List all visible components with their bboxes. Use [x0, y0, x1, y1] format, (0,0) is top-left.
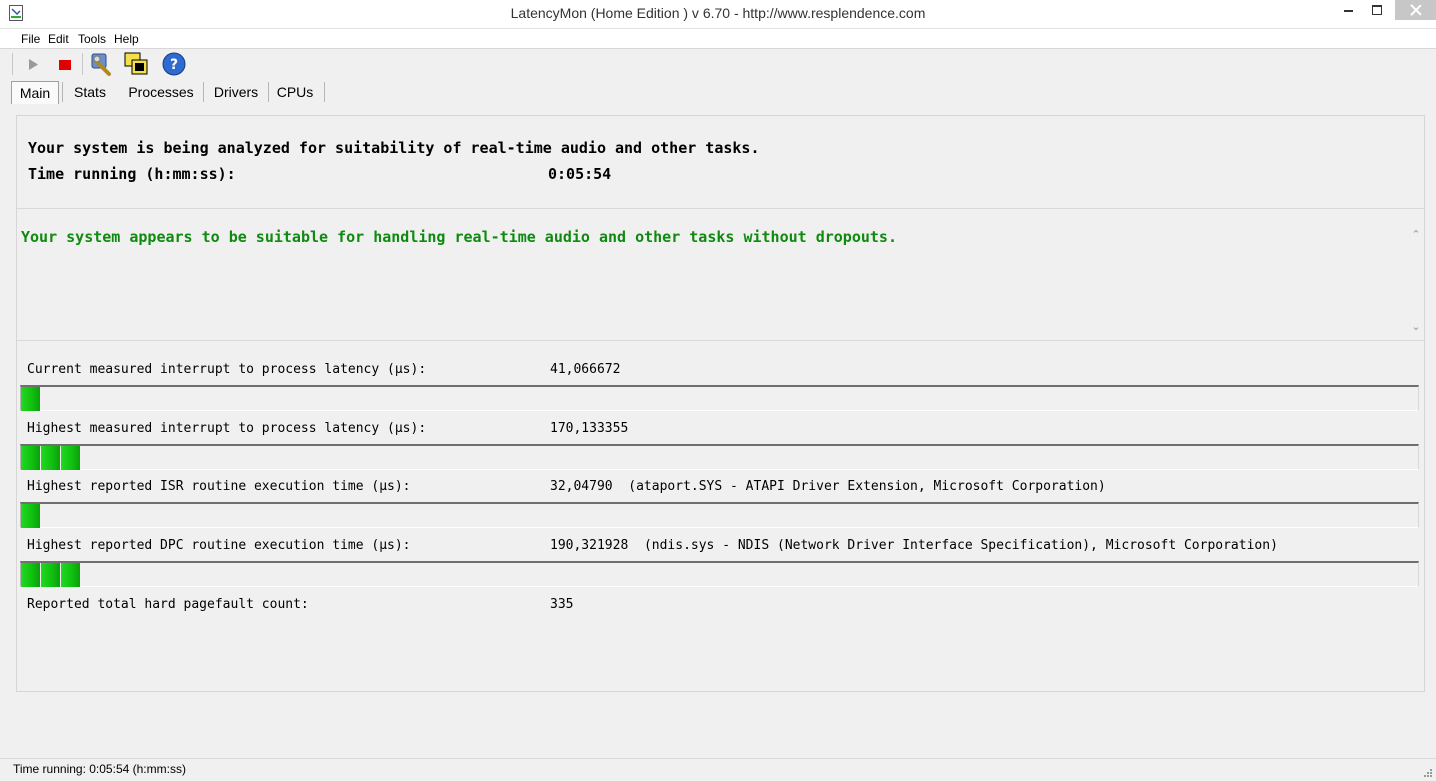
bar-fill	[21, 387, 41, 411]
current-latency-value: 41,066672	[550, 362, 620, 377]
bar-segment	[61, 446, 80, 470]
bar-segment	[61, 563, 80, 587]
toolbar: ?	[0, 50, 1436, 80]
svg-text:?: ?	[170, 57, 178, 73]
time-running-value: 0:05:54	[548, 165, 612, 183]
menu-bar: File Edit Tools Help	[0, 29, 1436, 49]
pagefault-value: 335	[550, 597, 574, 612]
divider	[17, 340, 1424, 341]
maximize-button[interactable]	[1362, 0, 1392, 20]
play-icon[interactable]	[20, 51, 46, 77]
verdict-message: Your system appears to be suitable for h…	[21, 228, 897, 246]
stop-icon[interactable]	[52, 51, 78, 77]
bar-segment	[41, 563, 60, 587]
minimize-button[interactable]	[1333, 0, 1363, 20]
metric-detail: (ataport.SYS - ATAPI Driver Extension, M…	[628, 479, 1106, 494]
tab-separator	[203, 82, 204, 102]
title-bar: LatencyMon (Home Edition ) v 6.70 - http…	[0, 0, 1436, 29]
toolbar-separator	[12, 53, 13, 75]
tab-separator	[324, 82, 325, 102]
menu-help[interactable]: Help	[114, 32, 139, 46]
bar-segment	[41, 446, 60, 470]
scroll-up-arrow-icon[interactable]: ⌃	[1408, 228, 1424, 244]
window-title: LatencyMon (Home Edition ) v 6.70 - http…	[510, 5, 926, 21]
bar-fill	[21, 504, 41, 528]
pagefault-label: Reported total hard pagefault count:	[27, 597, 309, 612]
metric-value: 170,133355	[550, 421, 629, 436]
bar-segment	[21, 504, 40, 528]
metric-detail: (ndis.sys - NDIS (Network Driver Interfa…	[643, 538, 1278, 553]
bar-fill	[21, 563, 81, 587]
isr-time-value: 32,04790 (ataport.SYS - ATAPI Driver Ext…	[550, 479, 1106, 494]
status-bar: Time running: 0:05:54 (h:mm:ss)	[0, 758, 1436, 781]
toolbar-separator	[82, 53, 83, 75]
dpc-time-value: 190,321928 (ndis.sys - NDIS (Network Dri…	[550, 538, 1278, 553]
bar-segment	[21, 563, 40, 587]
dpc-time-bar	[20, 561, 1419, 587]
isr-time-label: Highest reported ISR routine execution t…	[27, 479, 411, 494]
resize-grip-icon[interactable]	[1423, 768, 1433, 778]
verdict-box[interactable]: Your system appears to be suitable for h…	[17, 224, 1408, 340]
help-icon[interactable]: ?	[161, 51, 187, 77]
bar-segment	[21, 387, 40, 411]
menu-file[interactable]: File	[21, 32, 40, 46]
analysis-heading: Your system is being analyzed for suitab…	[28, 139, 760, 157]
metric-value: 190,321928	[550, 538, 629, 553]
isr-time-bar	[20, 502, 1419, 528]
metric-value: 41,066672	[550, 362, 621, 377]
tab-separator	[62, 82, 63, 102]
tab-stats[interactable]: Stats	[68, 80, 112, 104]
tab-separator	[268, 82, 269, 102]
status-text: Time running: 0:05:54 (h:mm:ss)	[13, 762, 186, 776]
divider	[17, 208, 1424, 209]
highest-latency-label: Highest measured interrupt to process la…	[27, 421, 427, 436]
menu-tools[interactable]: Tools	[78, 32, 106, 46]
bar-fill	[21, 446, 81, 470]
menu-edit[interactable]: Edit	[48, 32, 69, 46]
highest-latency-value: 170,133355	[550, 421, 628, 436]
tab-processes[interactable]: Processes	[125, 80, 197, 104]
current-latency-label: Current measured interrupt to process la…	[27, 362, 427, 377]
main-panel: Your system is being analyzed for suitab…	[16, 115, 1425, 692]
dpc-time-label: Highest reported DPC routine execution t…	[27, 538, 411, 553]
wrench-icon[interactable]	[89, 51, 115, 77]
time-running-label: Time running (h:mm:ss):	[28, 165, 236, 183]
metric-value: 32,04790	[550, 479, 613, 494]
close-button[interactable]	[1395, 0, 1436, 20]
tab-cpus[interactable]: CPUs	[274, 80, 316, 104]
current-latency-bar	[20, 385, 1419, 411]
bar-segment	[21, 446, 40, 470]
windows-icon[interactable]	[123, 51, 149, 77]
tab-drivers[interactable]: Drivers	[209, 80, 263, 104]
highest-latency-bar	[20, 444, 1419, 470]
scroll-down-arrow-icon[interactable]: ⌄	[1408, 320, 1424, 336]
tab-main[interactable]: Main	[11, 81, 59, 104]
